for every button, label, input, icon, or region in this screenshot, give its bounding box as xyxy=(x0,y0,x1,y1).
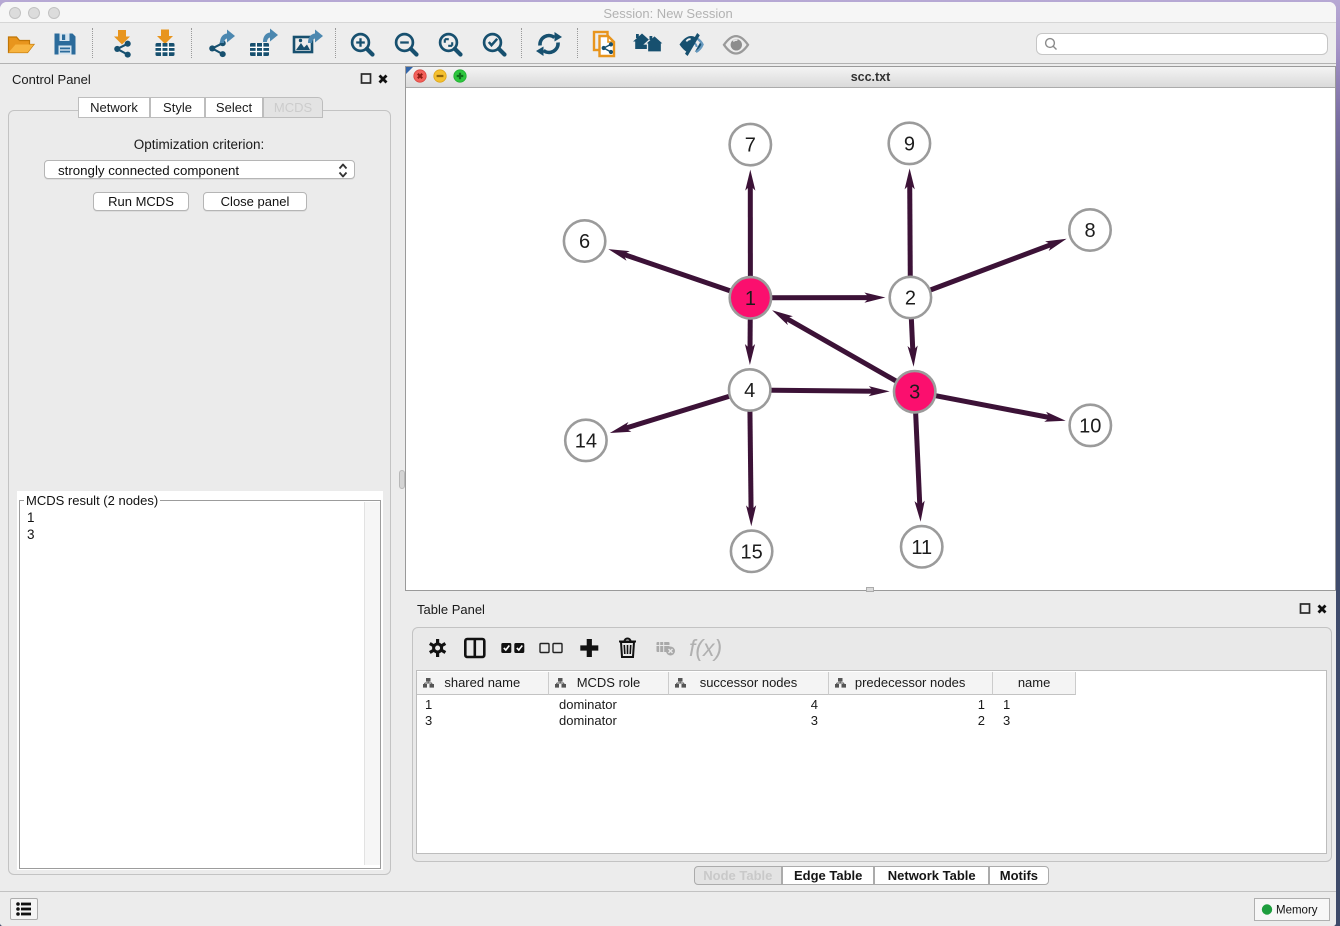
svg-text:Memory: Memory xyxy=(1276,905,1318,917)
svg-text:6: 6 xyxy=(579,231,590,253)
svg-text:14: 14 xyxy=(575,430,597,452)
svg-text:3: 3 xyxy=(909,382,920,404)
svg-text:10: 10 xyxy=(1079,415,1101,437)
svg-text:8: 8 xyxy=(1084,220,1095,242)
svg-text:f(x): f(x) xyxy=(689,635,722,661)
svg-text:1: 1 xyxy=(745,288,756,310)
svg-text:7: 7 xyxy=(745,135,756,157)
svg-text:15: 15 xyxy=(740,541,762,563)
svg-text:2: 2 xyxy=(905,288,916,310)
svg-text:4: 4 xyxy=(744,380,755,402)
svg-text:11: 11 xyxy=(911,537,932,559)
svg-text:9: 9 xyxy=(904,133,915,155)
